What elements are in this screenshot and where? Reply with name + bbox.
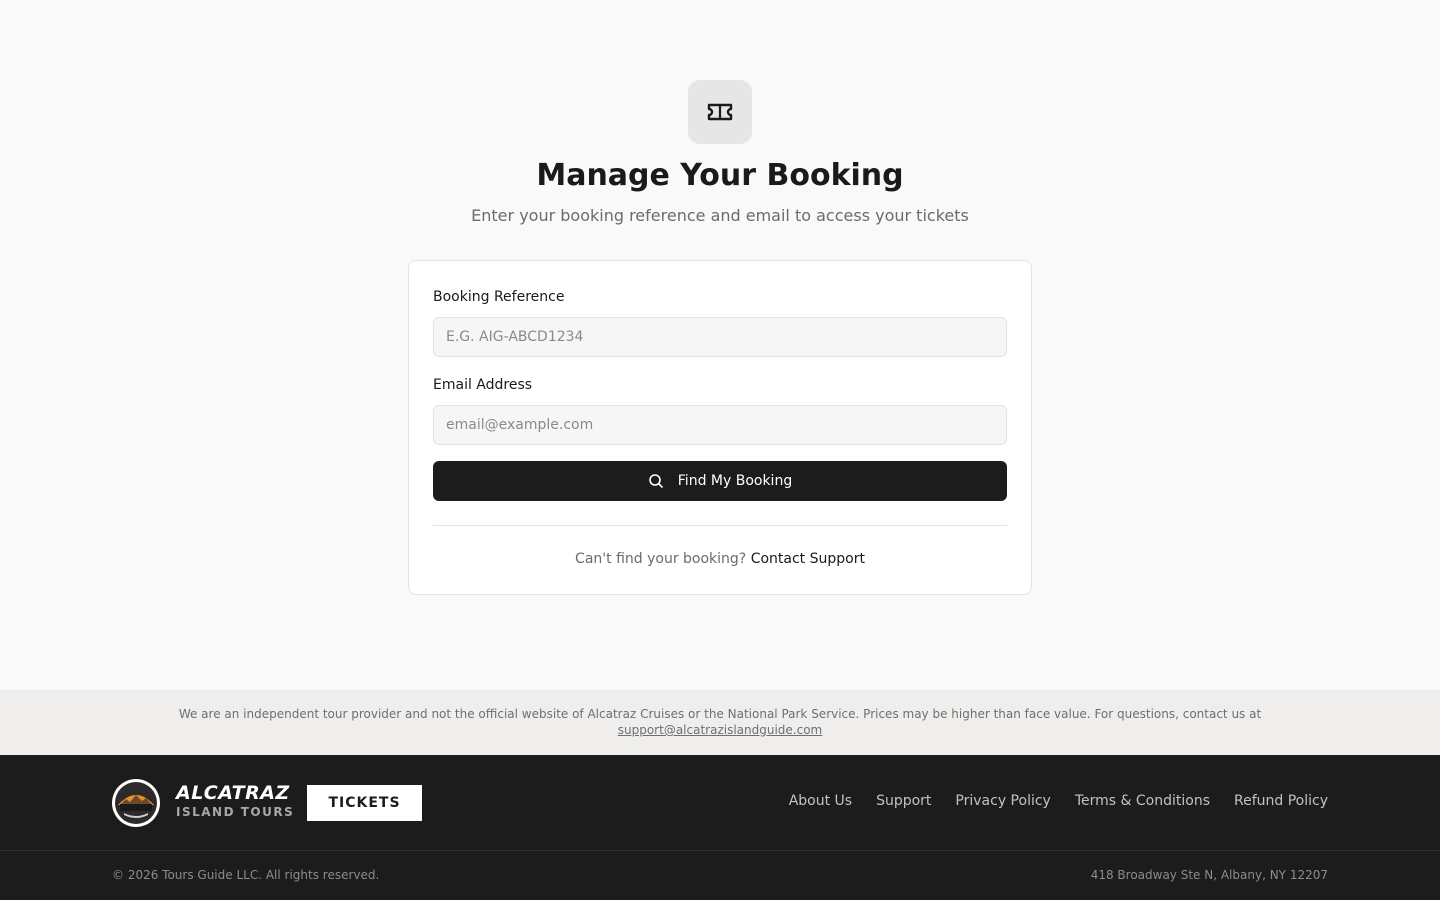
page-title: Manage Your Booking xyxy=(536,158,904,193)
main-content: Manage Your Booking Enter your booking r… xyxy=(0,0,1440,690)
find-my-booking-button[interactable]: Find My Booking xyxy=(433,461,1007,501)
site-footer: ALCATRAZ ISLAND TOURS TICKETS About Us S… xyxy=(0,755,1440,900)
support-email-link[interactable]: support@alcatrazislandguide.com xyxy=(618,723,823,737)
footer-link-privacy-policy[interactable]: Privacy Policy xyxy=(955,793,1050,809)
email-address-label: Email Address xyxy=(433,377,533,393)
ticket-icon xyxy=(688,80,752,144)
footer-top: ALCATRAZ ISLAND TOURS TICKETS About Us S… xyxy=(0,755,1440,851)
search-icon xyxy=(648,473,664,489)
tickets-button[interactable]: TICKETS xyxy=(307,785,422,821)
company-address: 418 Broadway Ste N, Albany, NY 12207 xyxy=(1090,868,1328,882)
booking-reference-label: Booking Reference xyxy=(433,289,565,305)
contact-support-link[interactable]: Contact Support xyxy=(751,551,865,567)
brand-logo[interactable] xyxy=(112,779,160,827)
page-subtitle: Enter your booking reference and email t… xyxy=(471,206,969,225)
disclaimer-banner: We are an independent tour provider and … xyxy=(0,690,1440,755)
email-address-input[interactable] xyxy=(433,405,1007,445)
footer-nav: About Us Support Privacy Policy Terms & … xyxy=(789,793,1328,809)
footer-link-support[interactable]: Support xyxy=(876,793,931,809)
footer-link-terms-conditions[interactable]: Terms & Conditions xyxy=(1075,793,1210,809)
help-text: Can't find your booking? Contact Support xyxy=(409,551,1031,567)
card-divider xyxy=(433,525,1007,526)
disclaimer-text: We are an independent tour provider and … xyxy=(178,707,1262,721)
brand-subtitle: ISLAND TOURS xyxy=(176,805,295,819)
find-my-booking-label: Find My Booking xyxy=(677,473,793,489)
footer-link-about-us[interactable]: About Us xyxy=(789,793,852,809)
booking-lookup-card: Booking Reference Email Address Find My … xyxy=(408,260,1032,595)
booking-reference-input[interactable] xyxy=(433,317,1007,357)
copyright-text: © 2026 Tours Guide LLC. All rights reser… xyxy=(112,868,380,882)
help-prompt: Can't find your booking? xyxy=(575,551,747,567)
brand-name: ALCATRAZ xyxy=(176,782,290,804)
footer-link-refund-policy[interactable]: Refund Policy xyxy=(1234,793,1328,809)
